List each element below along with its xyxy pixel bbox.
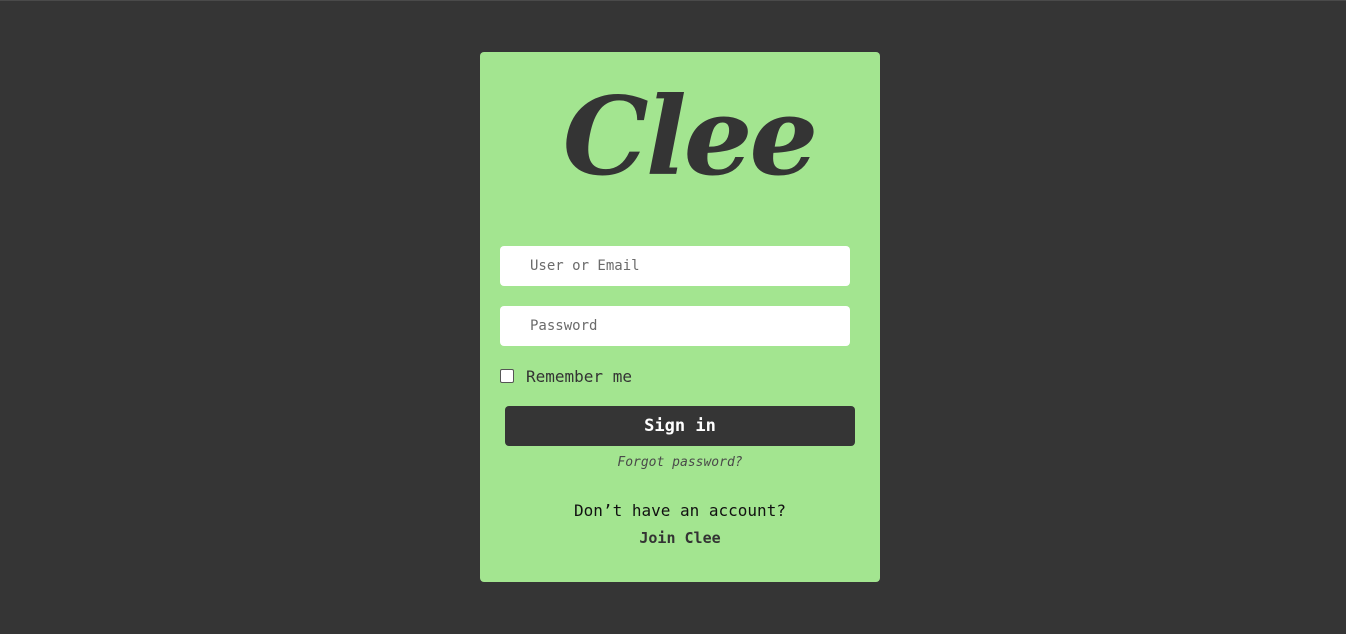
remember-me-label: Remember me: [526, 366, 632, 386]
password-input[interactable]: [500, 306, 850, 346]
remember-me-row: Remember me: [500, 366, 632, 386]
logo: Clee: [480, 72, 880, 202]
login-card: Clee Remember me Sign in Forgot password…: [480, 52, 880, 582]
join-link[interactable]: Join Clee: [480, 529, 880, 547]
logo-text: Clee: [562, 74, 818, 200]
sign-in-button[interactable]: Sign in: [505, 406, 855, 446]
top-border: [0, 0, 1346, 1]
forgot-password-link[interactable]: Forgot password?: [480, 455, 880, 470]
remember-me-checkbox[interactable]: [500, 369, 514, 383]
user-email-input[interactable]: [500, 246, 850, 286]
no-account-text: Don’t have an account?: [574, 501, 786, 520]
